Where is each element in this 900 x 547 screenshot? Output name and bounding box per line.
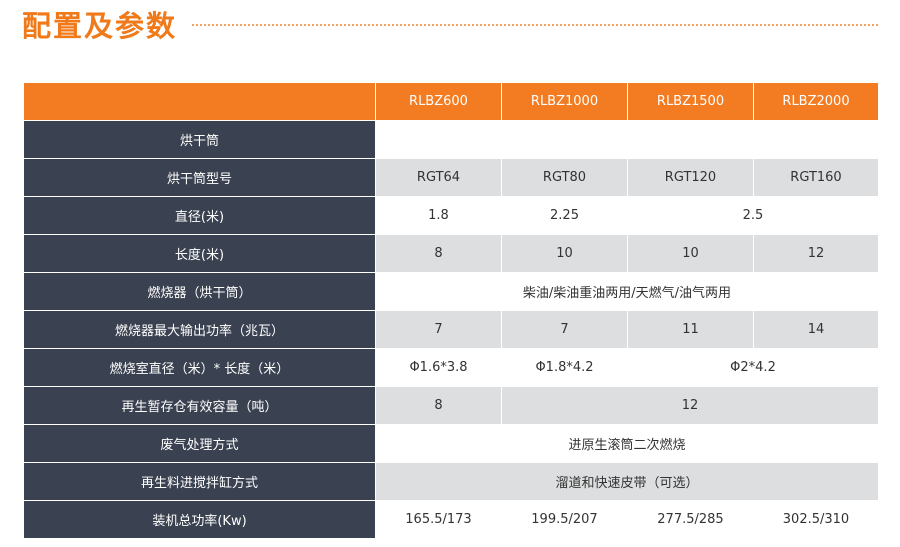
table-cell: 2.25	[501, 196, 628, 235]
table-row: 再生暂存仓有效容量（吨） 8 12	[23, 386, 879, 425]
row-label: 长度(米)	[23, 234, 376, 273]
column-header: RLBZ1500	[627, 82, 754, 121]
row-label: 烘干筒	[23, 120, 376, 159]
table-row: 烘干筒	[23, 120, 879, 159]
table-cell	[375, 120, 879, 159]
table-cell: 10	[627, 234, 754, 273]
table-cell: 进原生滚筒二次燃烧	[375, 424, 879, 463]
table-row: 燃烧器最大输出功率（兆瓦） 7 7 11 14	[23, 310, 879, 349]
table-cell: 11	[627, 310, 754, 349]
row-label: 燃烧器（烘干筒）	[23, 272, 376, 311]
table-cell: Φ1.6*3.8	[375, 348, 502, 387]
table-cell: 8	[375, 386, 502, 425]
page-title: 配置及参数	[22, 9, 178, 43]
table-cell: 277.5/285	[627, 500, 754, 539]
table-cell: 溜道和快速皮带（可选）	[375, 462, 879, 501]
table-cell: 199.5/207	[501, 500, 628, 539]
row-label: 装机总功率(Kw)	[23, 500, 376, 539]
header-row: RLBZ600 RLBZ1000 RLBZ1500 RLBZ2000	[23, 82, 879, 121]
table-row: 烘干筒型号 RGT64 RGT80 RGT120 RGT160	[23, 158, 879, 197]
row-label: 燃烧室直径（米）* 长度（米）	[23, 348, 376, 387]
table-cell: 7	[375, 310, 502, 349]
row-label: 再生暂存仓有效容量（吨）	[23, 386, 376, 425]
table-row: 装机总功率(Kw) 165.5/173 199.5/207 277.5/285 302.…	[23, 500, 879, 539]
table-cell: 7	[501, 310, 628, 349]
row-label: 废气处理方式	[23, 424, 376, 463]
table-cell: 12	[753, 234, 879, 273]
table-cell: Φ1.8*4.2	[501, 348, 628, 387]
table-cell: Φ2*4.2	[627, 348, 879, 387]
table-cell: 8	[375, 234, 502, 273]
table-row: 燃烧器（烘干筒） 柴油/柴油重油两用/天燃气/油气两用	[23, 272, 879, 311]
table-row: 再生料进搅拌缸方式 溜道和快速皮带（可选）	[23, 462, 879, 501]
header-corner	[23, 82, 376, 121]
row-label: 烘干筒型号	[23, 158, 376, 197]
table-cell: RGT120	[627, 158, 754, 197]
table-cell: 165.5/173	[375, 500, 502, 539]
table-row: 燃烧室直径（米）* 长度（米） Φ1.6*3.8 Φ1.8*4.2 Φ2*4.2	[23, 348, 879, 387]
table-cell: 柴油/柴油重油两用/天燃气/油气两用	[375, 272, 879, 311]
spec-table: RLBZ600 RLBZ1000 RLBZ1500 RLBZ2000 烘干筒 烘干…	[23, 82, 879, 539]
row-label: 燃烧器最大输出功率（兆瓦）	[23, 310, 376, 349]
column-header: RLBZ600	[375, 82, 502, 121]
table-row: 废气处理方式 进原生滚筒二次燃烧	[23, 424, 879, 463]
table-row: 直径(米) 1.8 2.25 2.5	[23, 196, 879, 235]
column-header: RLBZ1000	[501, 82, 628, 121]
table-cell: 10	[501, 234, 628, 273]
column-header: RLBZ2000	[753, 82, 879, 121]
table-cell: 12	[501, 386, 879, 425]
table-cell: 2.5	[627, 196, 879, 235]
row-label: 再生料进搅拌缸方式	[23, 462, 376, 501]
table-cell: 14	[753, 310, 879, 349]
table-row: 长度(米) 8 10 10 12	[23, 234, 879, 273]
table-cell: 302.5/310	[753, 500, 879, 539]
table-cell: RGT160	[753, 158, 879, 197]
row-label: 直径(米)	[23, 196, 376, 235]
table-cell: RGT80	[501, 158, 628, 197]
table-cell: RGT64	[375, 158, 502, 197]
table-cell: 1.8	[375, 196, 502, 235]
title-divider	[192, 24, 878, 26]
